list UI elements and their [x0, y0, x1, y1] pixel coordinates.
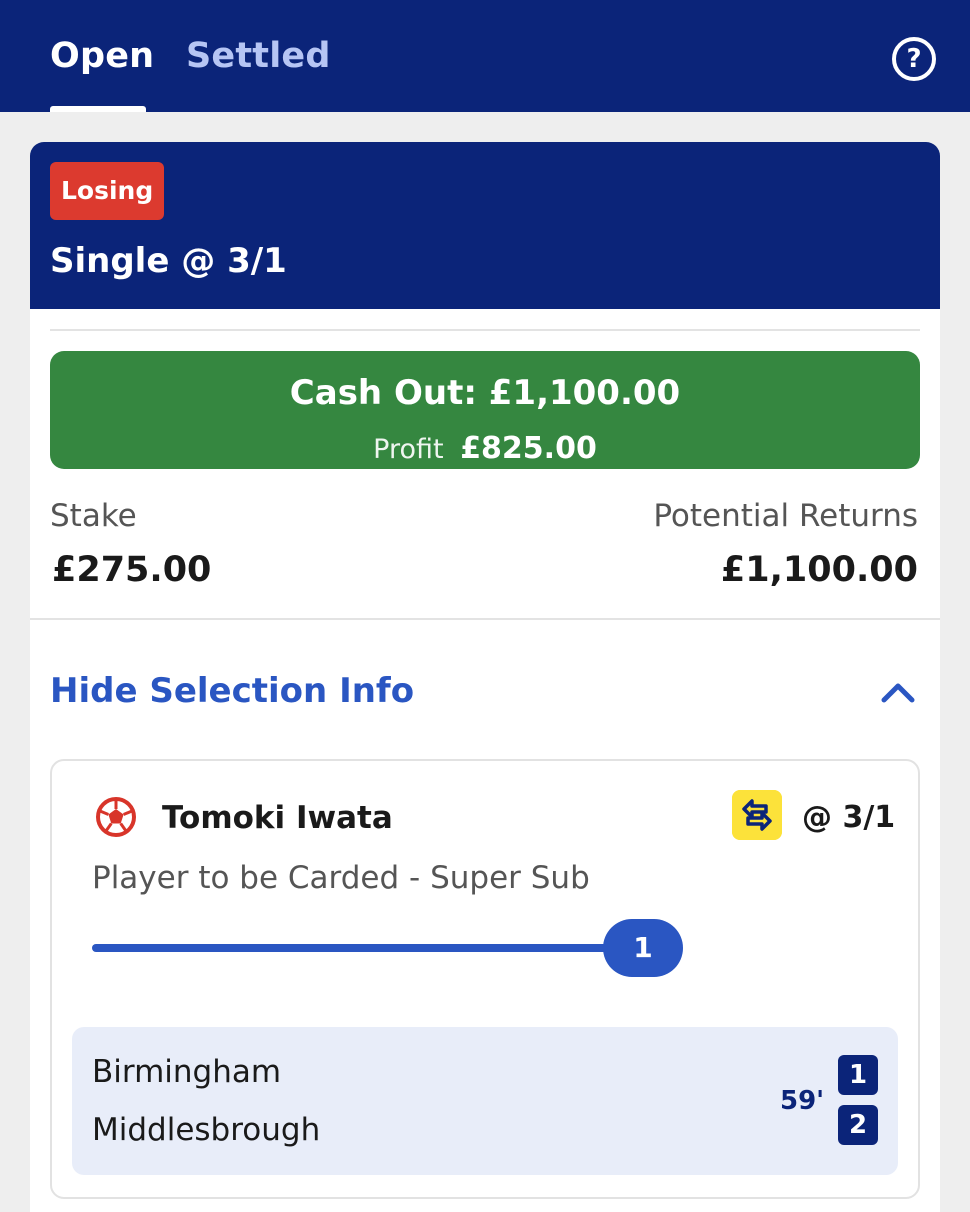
away-score: 2	[838, 1105, 878, 1145]
home-score: 1	[838, 1055, 878, 1095]
chevron-up-icon[interactable]	[878, 674, 918, 708]
hide-selection-info-link[interactable]: Hide Selection Info	[50, 668, 414, 714]
cash-out-button[interactable]: Cash Out: £1,100.00 Profit £825.00	[50, 351, 920, 469]
profit-value: £825.00	[460, 431, 597, 466]
selection-details: Tomoki Iwata @ 3/1 Player to be Carded -…	[50, 759, 920, 1199]
away-team: Middlesbrough	[92, 1112, 321, 1148]
bet-card: Losing Single @ 3/1 Cash Out: £1,100.00 …	[30, 142, 940, 1212]
bet-title: Single @ 3/1	[50, 241, 287, 281]
status-badge: Losing	[50, 162, 165, 220]
bet-card-header: Losing Single @ 3/1	[30, 142, 940, 309]
market-name: Player to be Carded - Super Sub	[92, 860, 590, 896]
stake-label: Stake	[50, 498, 137, 534]
tab-settled[interactable]: Settled	[186, 34, 331, 78]
stake-value: £275.00	[52, 550, 212, 590]
match-scoreboard: Birmingham Middlesbrough 59' 1 2	[72, 1027, 898, 1175]
profit-label: Profit	[373, 434, 444, 465]
profit-row: Profit £825.00	[50, 431, 920, 468]
potential-returns-value: £1,100.00	[720, 550, 918, 590]
divider	[50, 329, 920, 331]
help-icon[interactable]: ?	[892, 37, 936, 81]
potential-returns-label: Potential Returns	[653, 498, 918, 534]
cash-out-label: Cash Out: £1,100.00	[289, 373, 681, 413]
tab-open[interactable]: Open	[50, 34, 154, 78]
divider	[30, 618, 940, 620]
football-icon	[96, 797, 136, 837]
selection-odds: @ 3/1	[802, 800, 896, 835]
progress-count: 1	[603, 919, 683, 977]
active-tab-indicator	[50, 106, 146, 112]
match-minute: 59'	[780, 1086, 825, 1116]
home-team: Birmingham	[92, 1054, 282, 1090]
top-tab-bar: Open Settled ?	[0, 0, 970, 112]
swap-icon[interactable]	[732, 790, 782, 840]
progress-bar	[92, 944, 652, 952]
player-name: Tomoki Iwata	[162, 800, 393, 836]
